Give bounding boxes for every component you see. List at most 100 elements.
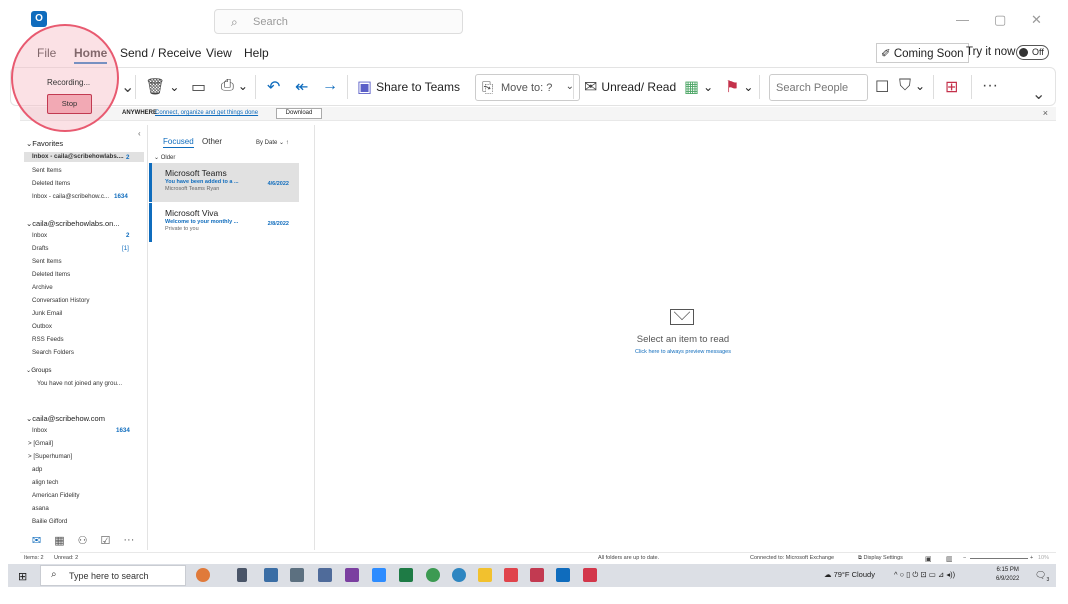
folder-item[interactable]: Inbox <box>32 427 47 434</box>
folder-item[interactable]: Archive <box>32 284 53 291</box>
tab-send-receive[interactable]: Send / Receive <box>120 46 201 60</box>
tab-focused[interactable]: Focused <box>163 137 194 148</box>
download-button[interactable]: Download <box>276 108 322 119</box>
task-view-icon[interactable] <box>237 568 247 582</box>
calendar-icon[interactable]: ▦ <box>54 534 64 547</box>
reply-button[interactable]: ↶ <box>267 77 280 97</box>
archive-button[interactable]: ▭ <box>191 77 206 97</box>
info-bar-link[interactable]: Connect, organize and get things done <box>155 110 258 116</box>
folder-item[interactable]: Outbox <box>32 323 52 330</box>
categorize-button[interactable]: ▦ ⌄ <box>684 77 713 97</box>
folder-item[interactable]: Inbox <box>32 232 47 239</box>
title-bar: O ⌕ Search — ▢ ✕ <box>0 0 1068 42</box>
display-settings-button[interactable]: ⧉ Display Settings <box>858 555 903 562</box>
move-to-dropdown[interactable]: ⎘ Move to: ? ⌄ <box>475 74 580 101</box>
folder-item[interactable]: adp <box>32 466 42 473</box>
always-preview-link[interactable]: Click here to always preview messages <box>316 349 1050 355</box>
people-icon[interactable]: ⚇ <box>78 534 88 547</box>
folder-item[interactable]: Bailie Gifford <box>32 518 67 525</box>
outlook-taskbar-icon[interactable] <box>556 568 570 582</box>
zoom-slider[interactable] <box>970 558 1028 559</box>
folder-item[interactable]: American Fidelity <box>32 492 79 499</box>
close-icon[interactable]: × <box>1043 108 1048 118</box>
folder-item[interactable]: > [Gmail] <box>28 440 53 447</box>
taskbar-search[interactable]: ⌕ Type here to search <box>40 565 186 586</box>
folder-item[interactable]: Deleted Items <box>32 180 70 187</box>
chrome-icon[interactable] <box>426 568 440 582</box>
collapse-pane-icon[interactable]: ‹ <box>138 129 141 138</box>
reply-all-button[interactable]: ↞ <box>295 77 308 97</box>
new-outlook-toggle[interactable]: Off <box>1016 45 1049 60</box>
folder-item[interactable]: Sent Items <box>32 258 62 265</box>
file-manager-icon[interactable] <box>478 568 492 582</box>
coming-soon-button[interactable]: ✐ Coming Soon <box>876 43 969 63</box>
search-box[interactable]: ⌕ Search <box>214 9 463 34</box>
folder-item[interactable]: Deleted Items <box>32 271 70 278</box>
folder-item[interactable]: RSS Feeds <box>32 336 64 343</box>
folder-item[interactable]: Search Folders <box>32 349 74 356</box>
browser-icon[interactable] <box>452 568 466 582</box>
message-date: 4/6/2022 <box>267 181 289 187</box>
minimize-button[interactable]: — <box>956 12 969 27</box>
group-header-older[interactable]: ⌄ Older <box>154 154 175 161</box>
folder-item[interactable]: Conversation History <box>32 297 89 304</box>
more-options-button[interactable]: ··· <box>982 77 998 95</box>
favorites-header[interactable]: ⌄Favorites <box>26 139 63 148</box>
tasks-icon[interactable]: ☑ <box>101 534 111 547</box>
more-apps-icon[interactable]: ··· <box>123 534 134 547</box>
file-explorer-icon[interactable] <box>264 568 278 582</box>
account-header[interactable]: ⌄caila@scribehow.com <box>26 414 105 423</box>
stop-recording-button[interactable]: Stop <box>47 94 92 114</box>
windows-start-icon[interactable]: ⊞ <box>18 570 27 583</box>
unread-read-button[interactable]: ✉ Unread/ Read <box>584 77 676 97</box>
tab-view[interactable]: View <box>206 46 232 60</box>
weather-widget[interactable]: ☁ 79°F Cloudy <box>824 570 875 579</box>
address-book-button[interactable]: ☐ <box>875 77 889 97</box>
list-item[interactable]: Microsoft Viva Welcome to your monthly .… <box>149 203 299 242</box>
tab-other[interactable]: Other <box>202 137 222 146</box>
maximize-button[interactable]: ▢ <box>994 12 1006 28</box>
system-tray-icons[interactable]: ^ ○ ▯ ⏻ ⊡ ▭ ⊿ ◂)) <box>894 570 955 580</box>
cortana-icon[interactable] <box>196 568 210 582</box>
onenote-icon[interactable] <box>345 568 359 582</box>
move-report-button[interactable]: ⎙ ⌄ <box>221 77 248 95</box>
reading-view-icon[interactable]: ▥ <box>946 555 953 563</box>
sort-by-date[interactable]: By Date ⌄ ↑ <box>256 139 289 146</box>
folder-item[interactable]: Junk Email <box>32 310 62 317</box>
folder-item[interactable]: asana <box>32 505 49 512</box>
ribbon-collapse-chevron-icon[interactable]: ⌄ <box>1032 84 1045 104</box>
share-to-teams-button[interactable]: ▣ Share to Teams <box>357 77 460 97</box>
search-people-input[interactable]: Search People <box>769 74 868 101</box>
excel-icon[interactable] <box>399 568 413 582</box>
forward-button[interactable]: → <box>322 77 338 95</box>
zoom-icon[interactable] <box>372 568 386 582</box>
delete-button[interactable]: 🗑 ⌄ <box>145 77 179 97</box>
folder-item[interactable]: align tech <box>32 479 59 486</box>
taskbar-app-icon[interactable] <box>318 568 332 582</box>
taskbar-app-icon[interactable] <box>530 568 544 582</box>
apps-button[interactable]: ⊞ <box>945 77 958 97</box>
new-email-dropdown-chevron-icon[interactable]: ⌄ <box>121 77 134 97</box>
folder-item[interactable]: Inbox - caila@scribehow.c... <box>32 193 109 200</box>
folder-item[interactable]: Drafts <box>32 245 49 252</box>
mail-icon[interactable]: ✉ <box>32 534 41 547</box>
zoom-out-icon[interactable]: − <box>963 555 966 561</box>
folder-pane: ‹ ⌄Favorites Inbox - caila@scribehowlabs… <box>20 125 148 550</box>
account-header[interactable]: ⌄caila@scribehowlabs.on... <box>26 219 120 228</box>
tab-help[interactable]: Help <box>244 46 269 60</box>
folder-item[interactable]: Sent Items <box>32 167 62 174</box>
taskbar-app-icon[interactable] <box>504 568 518 582</box>
notification-center-icon[interactable]: 🗨3 <box>1035 570 1049 583</box>
normal-view-icon[interactable]: ▣ <box>925 555 932 563</box>
clock[interactable]: 6:15 PM 6/9/2022 <box>996 566 1019 584</box>
zoom-in-icon[interactable]: + <box>1030 555 1033 561</box>
list-item[interactable]: Microsoft Teams You have been added to a… <box>149 163 299 202</box>
pen-icon: ✐ <box>881 48 891 60</box>
groups-header[interactable]: ⌄Groups <box>26 367 51 374</box>
taskbar-app-icon[interactable] <box>583 568 597 582</box>
folder-item[interactable]: > [Superhuman] <box>28 453 72 460</box>
taskbar-app-icon[interactable] <box>290 568 304 582</box>
filter-button[interactable]: ⛉ ⌄ <box>899 77 925 95</box>
flag-button[interactable]: ⚑ ⌄ <box>725 77 753 97</box>
close-button[interactable]: ✕ <box>1031 12 1042 28</box>
